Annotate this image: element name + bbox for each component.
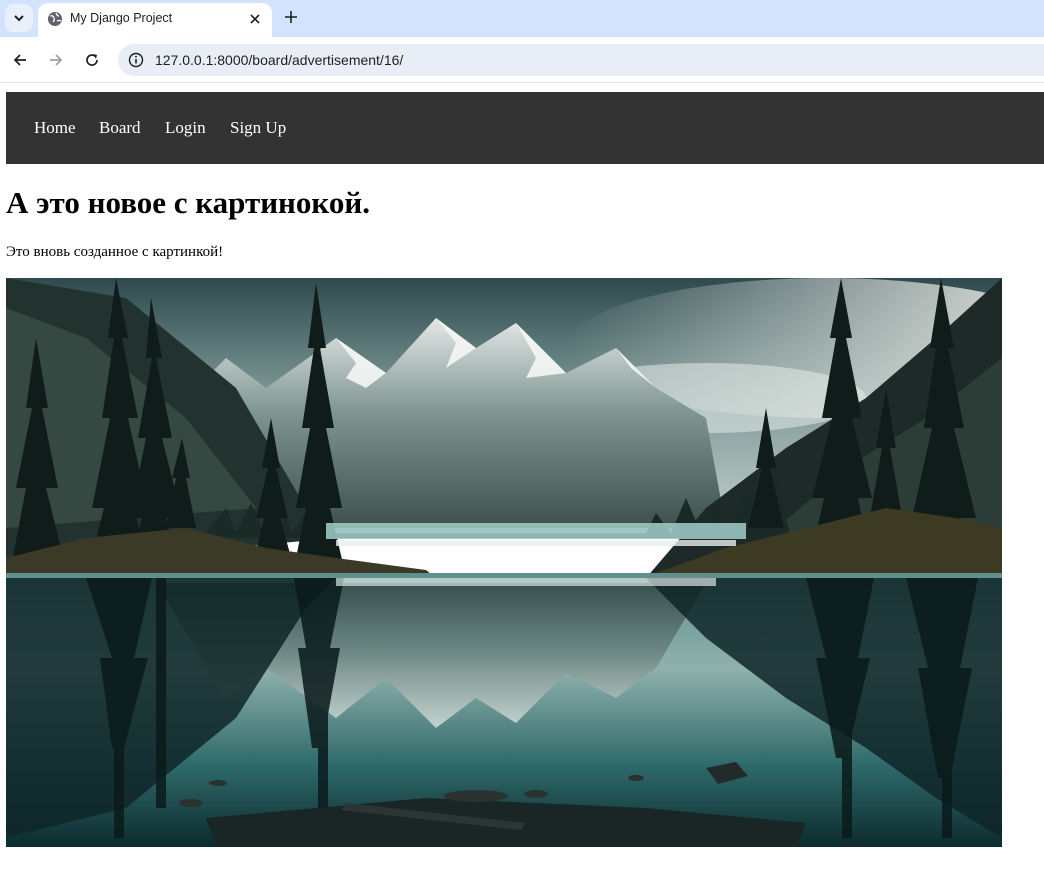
tab-title: My Django Project: [70, 11, 173, 25]
mountain-lake-photo: [6, 278, 1002, 847]
reload-icon: [86, 54, 98, 66]
close-icon[interactable]: [247, 11, 263, 27]
nav-link-home[interactable]: Home: [34, 118, 76, 138]
nav-link-sign-up[interactable]: Sign Up: [230, 118, 286, 138]
browser-tab[interactable]: My Django Project: [38, 3, 272, 37]
forward-arrow-icon: [50, 54, 63, 66]
url-text[interactable]: 127.0.0.1:8000/board/advertisement/16/: [155, 52, 403, 68]
forward-button[interactable]: [44, 48, 68, 72]
reload-button[interactable]: [80, 48, 104, 72]
new-tab-button[interactable]: [280, 6, 302, 28]
plus-icon: [285, 11, 297, 23]
globe-icon: [48, 12, 62, 26]
back-button[interactable]: [8, 48, 32, 72]
nav-link-login[interactable]: Login: [165, 118, 206, 138]
advertisement-description: Это вновь созданное с картинкой!: [6, 244, 224, 260]
browser-toolbar: 127.0.0.1:8000/board/advertisement/16/: [0, 37, 1044, 83]
browser-tabstrip: My Django Project: [0, 0, 1044, 37]
site-navbar: Home Board Login Sign Up: [6, 92, 1044, 164]
back-arrow-icon: [13, 54, 26, 66]
address-bar[interactable]: 127.0.0.1:8000/board/advertisement/16/: [118, 44, 1044, 76]
tab-search-icon: [14, 15, 24, 22]
tab-search-button[interactable]: [5, 4, 33, 32]
info-icon[interactable]: [126, 50, 146, 70]
advertisement-title: А это новое с картинокой.: [6, 185, 370, 220]
advertisement-image: [6, 278, 1002, 847]
nav-link-board[interactable]: Board: [99, 118, 141, 138]
